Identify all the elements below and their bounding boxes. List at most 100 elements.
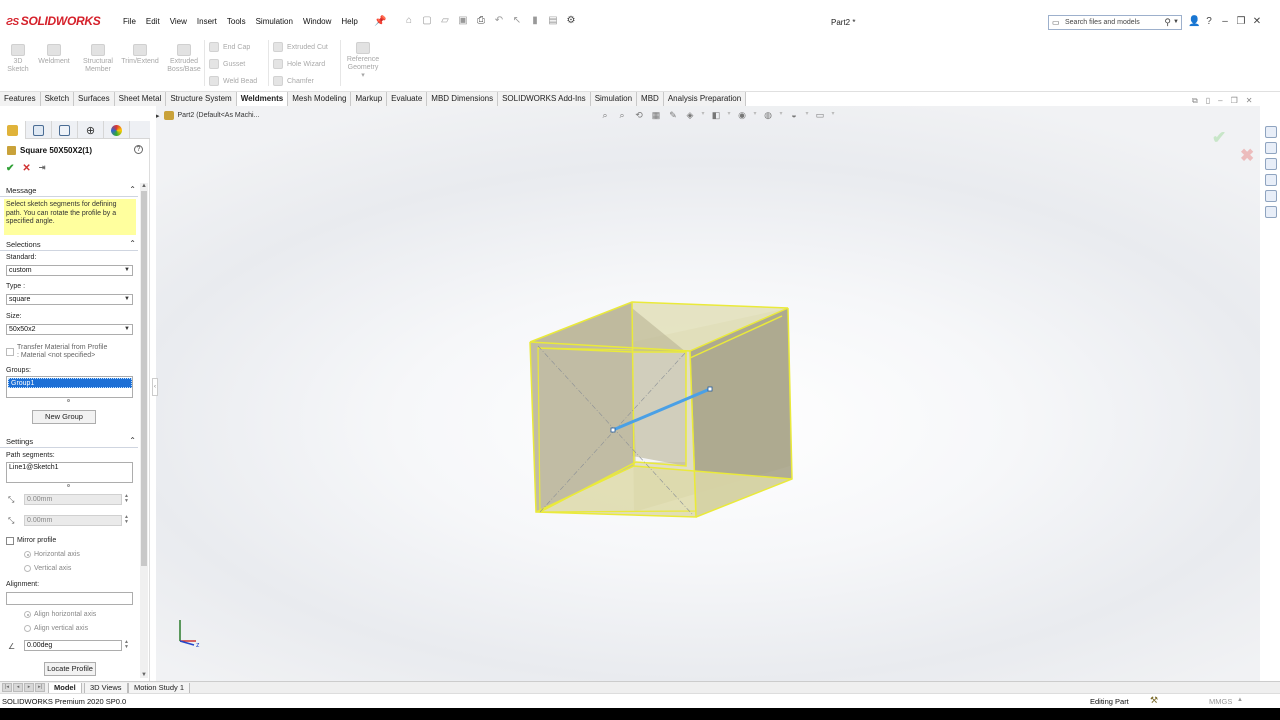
line-endpoint[interactable] [610,427,616,433]
view-palette-icon[interactable] [1265,174,1277,186]
unit-system[interactable]: MMGS [1209,697,1232,706]
scroll-thumb[interactable] [141,191,147,566]
rotation-angle-spinner[interactable]: ▲ ▼ [124,640,129,650]
display-style-icon[interactable]: ◧ [709,110,723,121]
restore-button[interactable]: ❐ [1236,16,1246,27]
trim-extend-button[interactable]: Trim/Extend [118,44,162,66]
first-tab-icon[interactable]: |◂ [2,683,12,692]
chevron-down-icon[interactable]: ▾ [361,72,365,79]
tab-property-manager[interactable] [0,121,26,139]
tab-simulation[interactable]: Simulation [590,92,638,106]
scroll-up-arrow[interactable]: ▲ [140,183,148,189]
solidworks-resources-icon[interactable] [1265,126,1277,138]
weldment-model[interactable] [156,106,1260,681]
select-icon[interactable]: ↖ [510,15,524,26]
hole-wizard-button[interactable]: Hole Wizard [273,59,325,69]
collapse-icon[interactable]: ⌃ [129,239,136,248]
groups-list[interactable]: Group1 [6,376,133,398]
standard-select[interactable]: custom ▼ [6,265,133,276]
help-icon[interactable]: ? [134,145,143,154]
resize-grip[interactable] [67,484,70,487]
tab-property-list[interactable] [26,121,52,139]
align-vertical-radio[interactable] [24,625,31,632]
type-select[interactable]: square ▼ [6,294,133,305]
tab-mbd-dimensions[interactable]: MBD Dimensions [427,92,499,106]
tab-solidworks-add-ins[interactable]: SOLIDWORKS Add-Ins [498,92,591,106]
custom-properties-icon[interactable] [1265,206,1277,218]
hide-show-icon[interactable]: ◉ [735,110,749,121]
zoom-to-area-icon[interactable]: ⌕ [615,110,629,121]
tab-sketch[interactable]: Sketch [40,92,75,106]
search-icon[interactable]: ⚲ [1164,17,1171,28]
tab-mbd[interactable]: MBD [637,92,664,106]
document-icon[interactable]: ▯ [1206,96,1210,106]
reference-geometry-button[interactable]: Reference Geometry ▾ [343,42,383,80]
tab-display-manager[interactable] [104,121,130,139]
chevron-down-icon[interactable]: ▾ [700,110,706,121]
minimize-button[interactable]: – [1220,16,1230,27]
mirror-profile-checkbox[interactable] [6,537,14,545]
resize-grip[interactable] [67,399,70,402]
new-group-button[interactable]: New Group [32,410,96,424]
home-icon[interactable]: ⌂ [402,15,416,26]
tab-evaluate[interactable]: Evaluate [387,92,428,106]
menu-simulation[interactable]: Simulation [251,17,298,26]
tab-mesh-modeling[interactable]: Mesh Modeling [288,92,352,106]
structural-member-button[interactable]: Structural Member [78,44,118,74]
confirm-corner-cancel-icon[interactable]: ✖ [1240,146,1254,166]
close-button[interactable]: ✕ [1252,16,1262,27]
previous-view-icon[interactable]: ⟲ [632,110,646,121]
tab-dimxpert-manager[interactable]: ⊕ [78,121,104,139]
tab-analysis-preparation[interactable]: Analysis Preparation [663,92,747,106]
menu-window[interactable]: Window [298,17,336,26]
last-tab-icon[interactable]: ▸| [35,683,45,692]
panel-scrollbar[interactable]: ▲ ▼ [140,183,148,678]
vertical-axis-radio[interactable] [24,565,31,572]
menu-file[interactable]: File [118,17,141,26]
menu-tools[interactable]: Tools [222,17,251,26]
doc-restore-button[interactable]: ❐ [1231,96,1238,106]
path-segments-list[interactable]: Line1@Sketch1 [6,462,133,483]
pin-menu-icon[interactable]: 📌 [374,16,386,27]
transfer-material-checkbox[interactable] [6,348,14,356]
rotation-angle-field[interactable]: 0.00deg [24,640,122,651]
graphics-area[interactable] [156,106,1260,681]
chevron-down-icon[interactable]: ▼ [1173,19,1179,25]
tab-sheet-metal[interactable]: Sheet Metal [114,92,167,106]
doc-close-button[interactable]: ✕ [1246,96,1253,106]
print-icon[interactable]: ⎙ [474,15,488,26]
zoom-to-fit-icon[interactable]: ⌕ [598,110,612,121]
dynamic-annotation-icon[interactable]: ✎ [666,110,680,121]
options-gear-icon[interactable]: ⚙ [564,15,578,26]
end-cap-button[interactable]: End Cap [209,42,250,52]
ok-button[interactable]: ✔ [6,163,14,174]
keep-visible-pin-icon[interactable]: ⇥ [39,163,46,174]
save-icon[interactable]: ▣ [456,15,470,26]
offset1-spinner[interactable]: ▲ ▼ [124,494,129,504]
extruded-cut-button[interactable]: Extruded Cut [273,42,328,52]
settings-section-header[interactable]: Settings ⌃ [0,436,138,448]
tab-features[interactable]: Features [0,92,41,106]
offset2-spinner[interactable]: ▲ ▼ [124,515,129,525]
rebuild-icon[interactable]: ▮ [528,15,542,26]
offset1-field[interactable]: 0.00mm [24,494,122,505]
chevron-up-icon[interactable]: ▲ [1237,697,1243,703]
weldment-button[interactable]: Weldment [34,44,74,66]
view-orientation-icon[interactable]: ◈ [683,110,697,121]
chevron-down-icon[interactable]: ▾ [804,110,810,121]
previous-tab-icon[interactable]: ◂ [13,683,23,692]
path-segment-item[interactable]: Line1@Sketch1 [9,464,59,471]
confirm-corner-ok-icon[interactable]: ✔ [1212,128,1226,148]
file-properties-icon[interactable]: ▤ [546,15,560,26]
gusset-button[interactable]: Gusset [209,59,245,69]
design-library-icon[interactable] [1265,142,1277,154]
chevron-down-icon[interactable]: ▾ [752,110,758,121]
collapse-icon[interactable]: ⌃ [129,436,136,445]
open-icon[interactable]: ▱ [438,15,452,26]
undo-icon[interactable]: ↶ [492,15,506,26]
cancel-button[interactable]: ✕ [22,163,30,174]
section-view-icon[interactable]: ▦ [649,110,663,121]
search-scope-icon[interactable]: ▭ [1052,18,1060,27]
rebuild-status-icon[interactable]: ⚒ [1150,695,1158,706]
3d-sketch-button[interactable]: 3D Sketch [6,44,30,74]
